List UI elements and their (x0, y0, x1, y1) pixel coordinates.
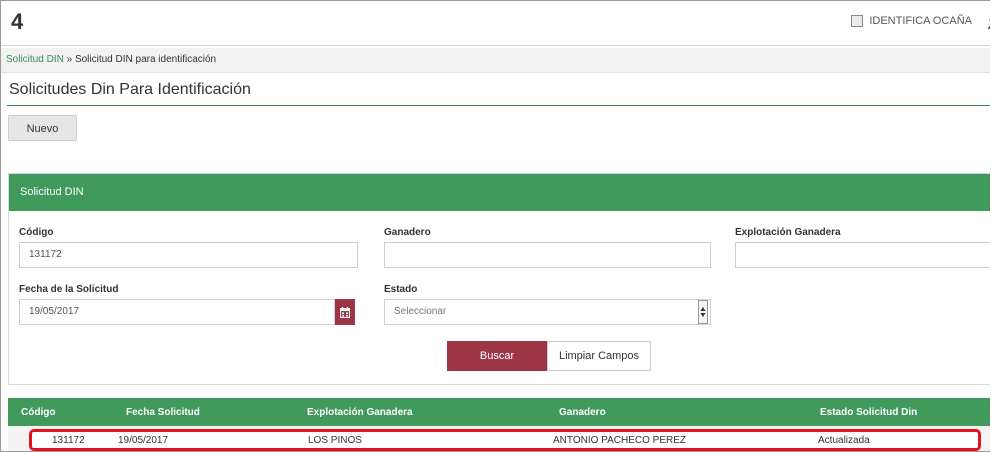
breadcrumb-bar: Solicitud DIN » Solicitud DIN para ident… (1, 48, 990, 73)
page-title: Solicitudes Din Para Identificación (9, 81, 251, 98)
clear-fields-button[interactable]: Limpiar Campos (547, 341, 651, 371)
panel-title: Solicitud DIN (20, 186, 84, 198)
new-button[interactable]: Nuevo (8, 115, 77, 141)
column-header-estado[interactable]: Estado Solicitud Din (820, 407, 917, 418)
id-card-icon (851, 15, 864, 27)
app-window: 4 IDENTIFICA OCAÑA Solicitud DIN » Solic… (0, 0, 990, 452)
person-icon (988, 18, 990, 29)
fecha-input[interactable]: 19/05/2017 (19, 299, 335, 325)
cell-fecha: 19/05/2017 (118, 435, 169, 446)
cell-ganadero: ANTONIO PACHECO PEREZ (553, 435, 686, 446)
ganadero-label: Ganadero (384, 227, 431, 238)
codigo-input[interactable]: 131172 (19, 242, 358, 268)
column-header-codigo[interactable]: Código (21, 407, 55, 418)
user-menu[interactable]: IDENTIFICA OCAÑA (851, 15, 972, 27)
column-header-fecha[interactable]: Fecha Solicitud (126, 407, 200, 418)
explotacion-label: Explotación Ganadera (735, 227, 841, 238)
breadcrumb-link-solicitud-din[interactable]: Solicitud DIN (6, 54, 64, 65)
panel-header: Solicitud DIN (9, 174, 990, 211)
ganadero-input[interactable] (384, 242, 711, 268)
calendar-icon (340, 306, 350, 318)
column-header-explotacion[interactable]: Explotación Ganadera (307, 407, 413, 418)
breadcrumb: Solicitud DIN » Solicitud DIN para ident… (6, 54, 216, 65)
estado-label: Estado (384, 284, 418, 295)
app-title: 4 (11, 9, 24, 34)
cell-estado: Actualizada (818, 435, 870, 446)
top-bar: 4 IDENTIFICA OCAÑA (1, 1, 990, 46)
select-spinner-icon[interactable] (698, 300, 708, 324)
user-name: IDENTIFICA OCAÑA (869, 15, 972, 27)
breadcrumb-separator: » (66, 54, 73, 65)
explotacion-input[interactable] (735, 242, 990, 268)
cell-codigo: 131172 (52, 435, 85, 446)
codigo-label: Código (19, 227, 54, 238)
table-row[interactable]: 131172 19/05/2017 LOS PINOS ANTONIO PACH… (29, 429, 981, 451)
column-header-ganadero[interactable]: Ganadero (559, 407, 606, 418)
calendar-button[interactable] (335, 299, 355, 325)
estado-select[interactable]: Seleccionar (384, 299, 711, 325)
search-button[interactable]: Buscar (447, 341, 547, 371)
breadcrumb-current: Solicitud DIN para identificación (74, 54, 217, 65)
cell-explotacion: LOS PINOS (308, 435, 362, 446)
fecha-label: Fecha de la Solicitud (19, 284, 119, 295)
results-table-header: Código Fecha Solicitud Explotación Ganad… (8, 398, 990, 426)
title-divider (7, 105, 990, 106)
